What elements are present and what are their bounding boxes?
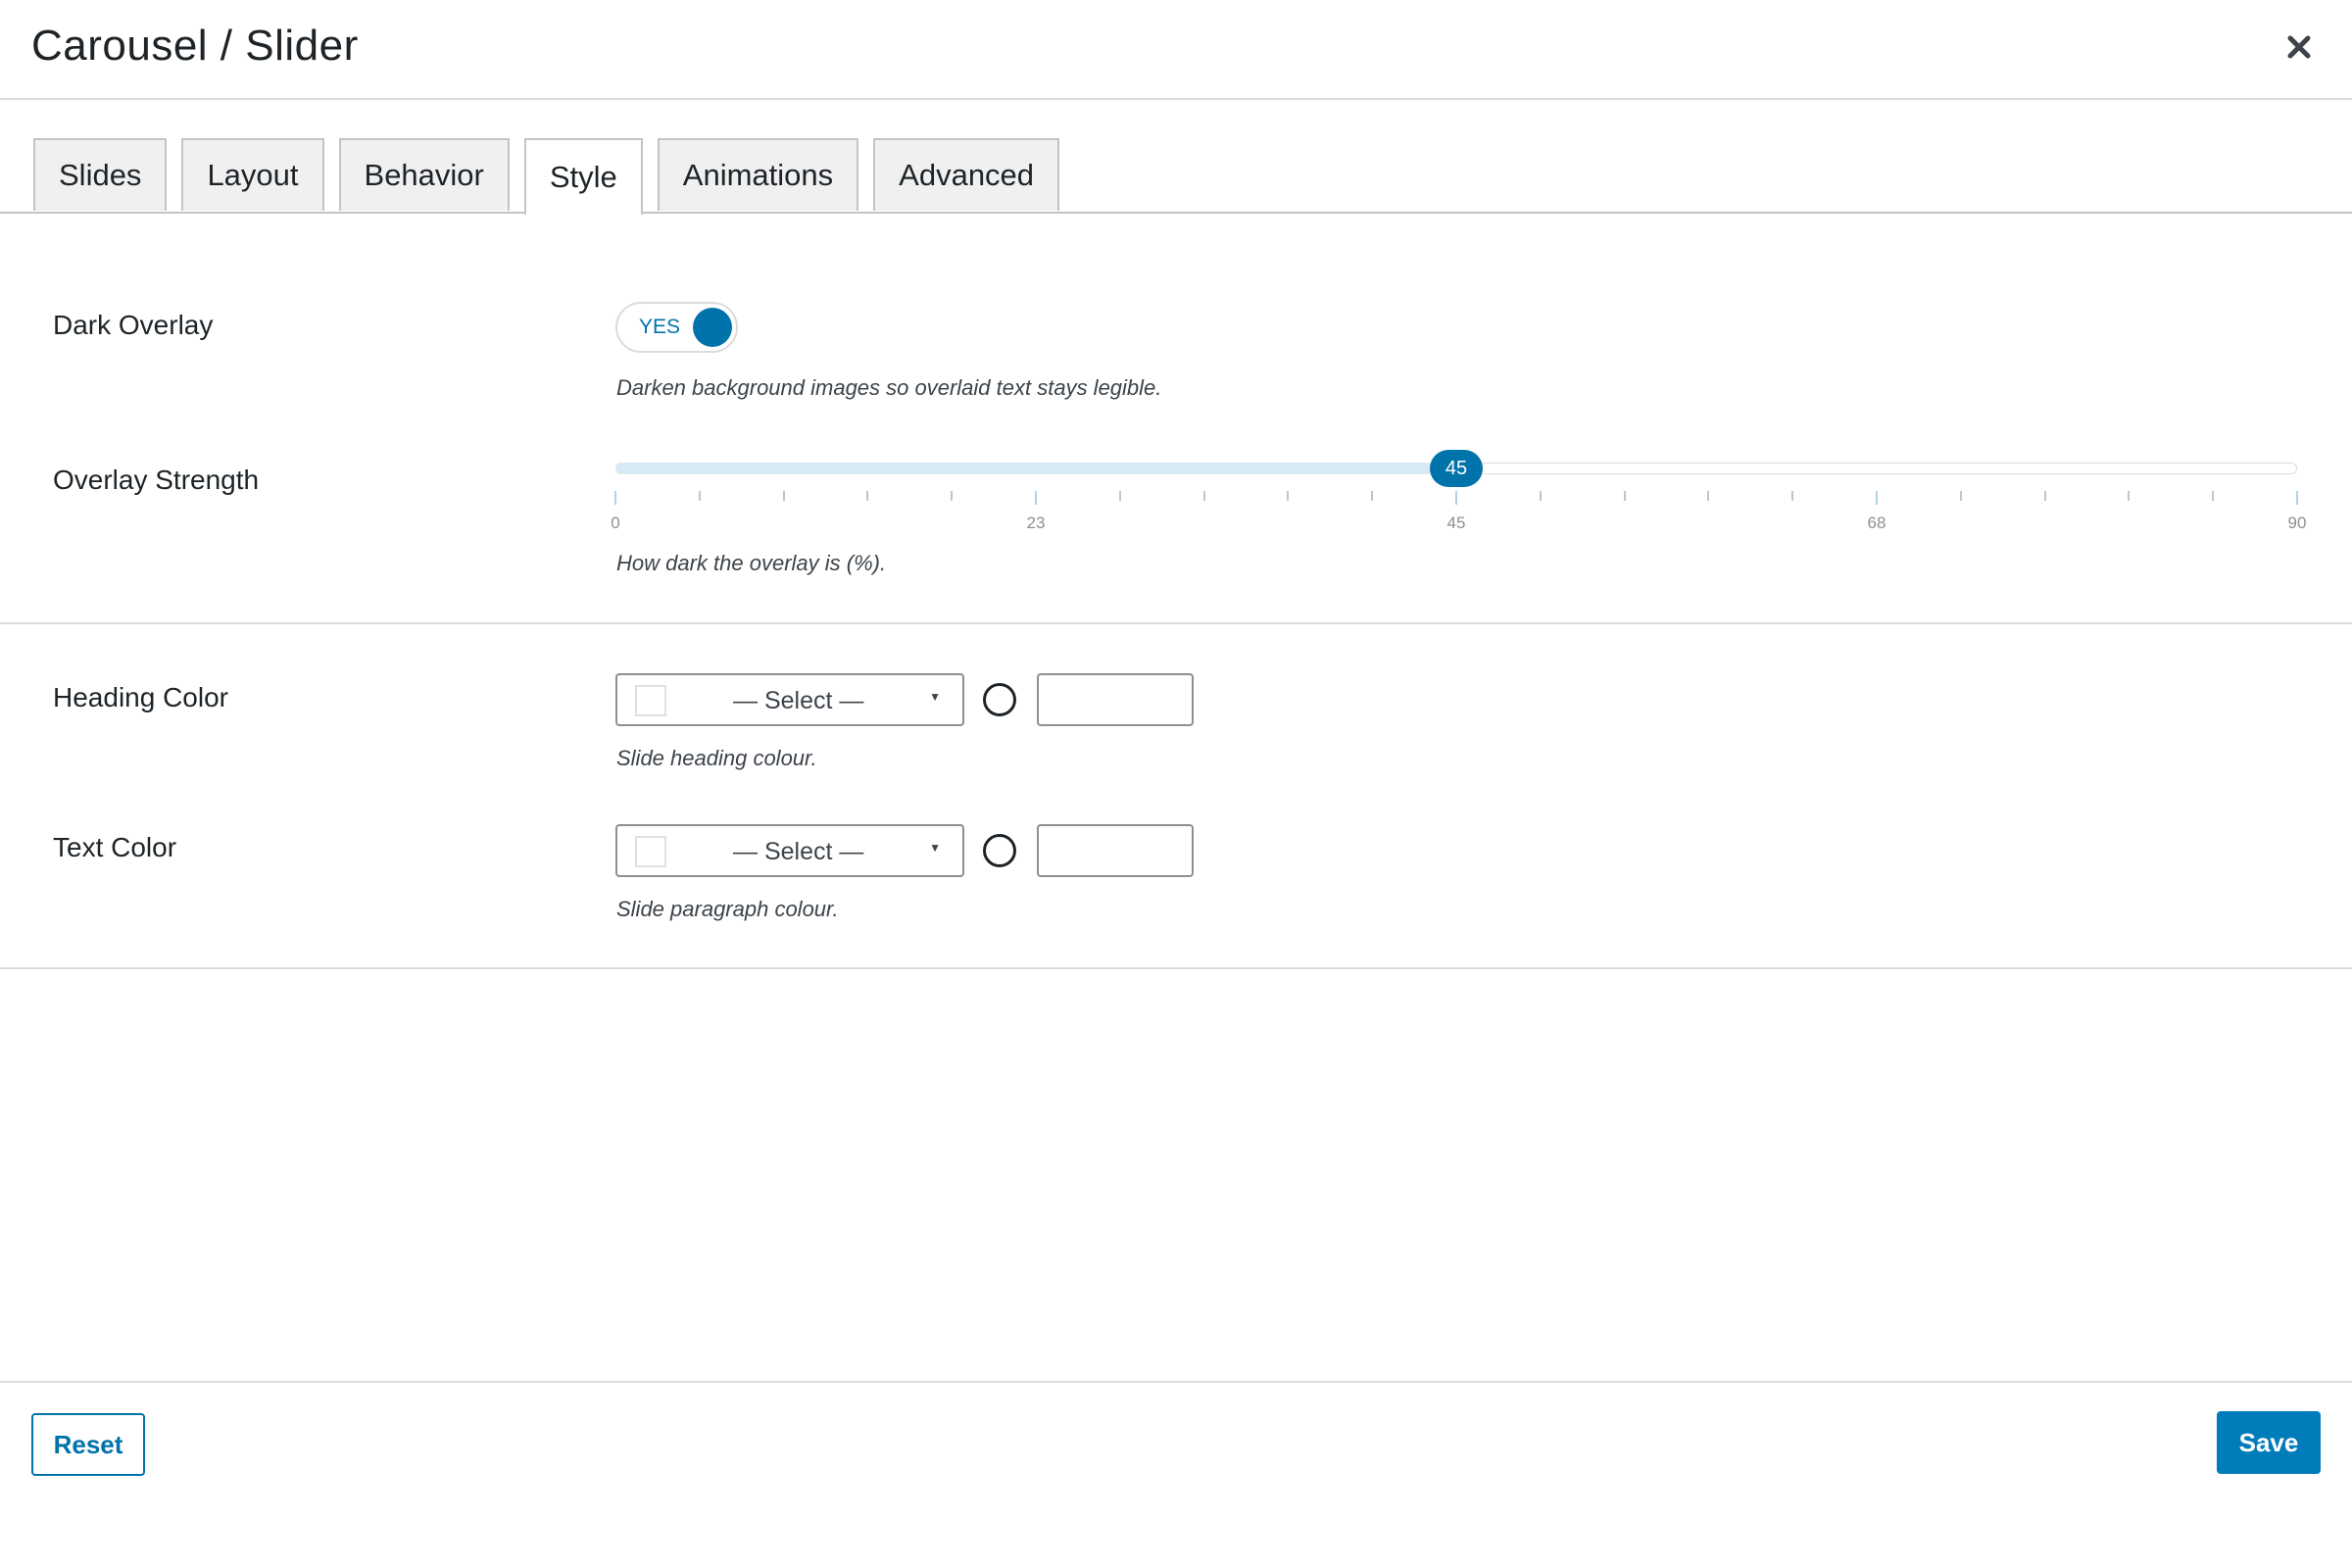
section-divider (0, 967, 2352, 969)
section-divider (0, 622, 2352, 624)
slider-tick-label: 90 (2287, 514, 2307, 532)
select-placeholder: — Select — (733, 687, 864, 714)
dark-overlay-label: Dark Overlay (53, 310, 214, 340)
settings-tabs: Slides Layout Behavior Style Animations … (33, 138, 1060, 215)
slider-minor-tick (1539, 491, 1542, 501)
slider-tick-label: 23 (1026, 514, 1046, 532)
text-color-label: Text Color (53, 832, 177, 862)
slider-major-tick (614, 491, 616, 505)
slider-major-tick (1876, 491, 1878, 505)
slider-major-tick (1035, 491, 1037, 505)
tab-layout[interactable]: Layout (181, 138, 324, 211)
slider-minor-tick (1623, 491, 1626, 501)
slider-handle[interactable]: 45 (1430, 450, 1483, 487)
toggle-knob (693, 308, 732, 347)
slider-minor-tick (1118, 491, 1121, 501)
dialog-header: Carousel / Slider (0, 0, 2352, 100)
slider-minor-tick (2043, 491, 2046, 501)
slider-minor-tick (2212, 491, 2215, 501)
color-swatch (635, 685, 666, 716)
slider-minor-tick (1287, 491, 1290, 501)
text-color-select[interactable]: — Select — ▼ (615, 824, 964, 877)
slider-minor-tick (951, 491, 954, 501)
tab-advanced[interactable]: Advanced (873, 138, 1060, 211)
slider-tick-label: 0 (611, 514, 620, 532)
tab-style[interactable]: Style (523, 138, 643, 215)
select-placeholder: — Select — (733, 838, 864, 865)
carousel-settings-dialog: Carousel / Slider Slides Layout Behavior… (0, 0, 2352, 1568)
text-color-description: Slide paragraph colour. (616, 897, 839, 921)
heading-color-select[interactable]: — Select — ▼ (615, 673, 964, 726)
toggle-state-text: YES (639, 316, 681, 338)
overlay-strength-description: How dark the overlay is (%). (616, 551, 887, 575)
slider-tick-label: 68 (1867, 514, 1886, 532)
heading-color-description: Slide heading colour. (616, 746, 817, 770)
dialog-title: Carousel / Slider (31, 22, 359, 70)
chevron-down-icon: ▼ (929, 690, 941, 704)
close-icon (2287, 35, 2311, 59)
tab-behavior[interactable]: Behavior (338, 138, 510, 211)
tab-slides[interactable]: Slides (33, 138, 168, 211)
tab-animations[interactable]: Animations (657, 138, 859, 211)
heading-color-radio[interactable] (983, 683, 1016, 716)
slider-fill (615, 463, 1456, 474)
dark-overlay-description: Darken background images so overlaid tex… (616, 375, 1162, 400)
tabs-divider (0, 212, 2352, 214)
color-swatch (635, 836, 666, 867)
slider-minor-tick (1202, 491, 1205, 501)
slider-minor-tick (866, 491, 869, 501)
slider-minor-tick (698, 491, 701, 501)
slider-minor-tick (1371, 491, 1374, 501)
chevron-down-icon: ▼ (929, 841, 941, 855)
slider-tick-label: 45 (1446, 514, 1466, 532)
save-button[interactable]: Save (2217, 1411, 2321, 1474)
overlay-strength-label: Overlay Strength (53, 465, 260, 495)
slider-major-tick (1455, 491, 1457, 505)
overlay-strength-slider[interactable]: 0 23 45 68 90 45 (611, 447, 2306, 535)
heading-color-label: Heading Color (53, 682, 228, 712)
slider-minor-tick (2128, 491, 2131, 501)
text-color-hex-input[interactable] (1037, 824, 1194, 877)
slider-minor-tick (782, 491, 785, 501)
text-color-radio[interactable] (983, 834, 1016, 867)
dark-overlay-toggle[interactable]: YES (615, 302, 738, 353)
slider-major-tick (2296, 491, 2298, 505)
reset-button[interactable]: Reset (31, 1413, 145, 1476)
close-button[interactable] (2279, 27, 2319, 67)
slider-minor-tick (1959, 491, 1962, 501)
heading-color-hex-input[interactable] (1037, 673, 1194, 726)
slider-minor-tick (1791, 491, 1794, 501)
footer-divider (0, 1381, 2352, 1383)
slider-minor-tick (1707, 491, 1710, 501)
